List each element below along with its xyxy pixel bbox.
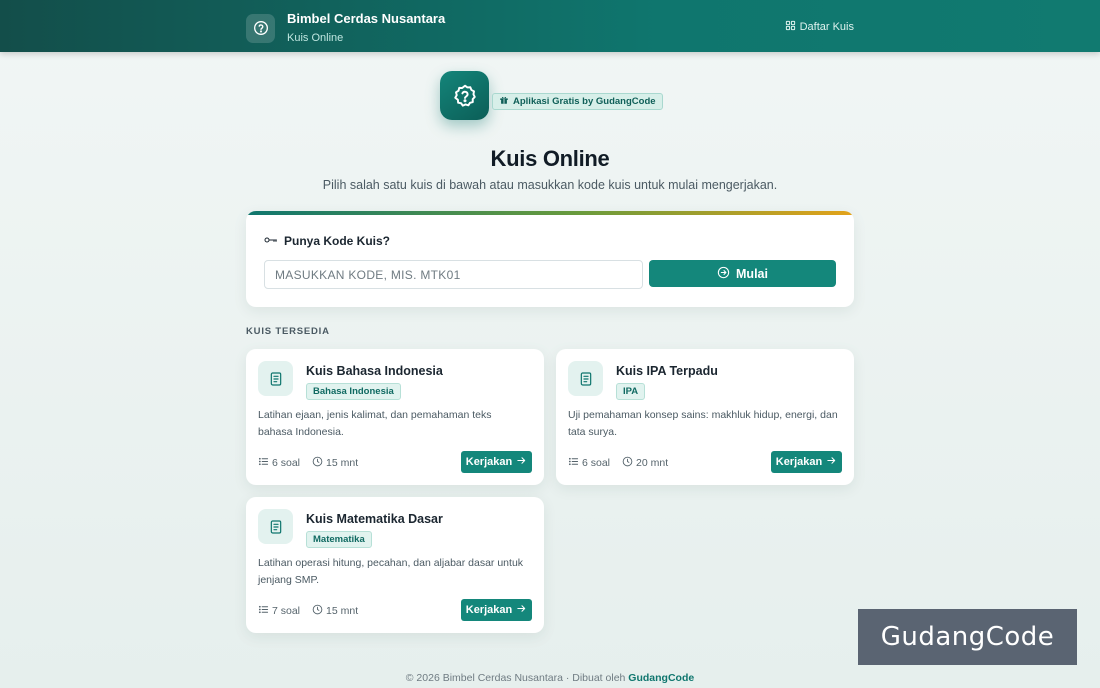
quiz-meta: 7 soal 15 mnt — [258, 604, 358, 618]
key-icon — [264, 234, 278, 248]
quiz-code-input[interactable] — [264, 260, 643, 289]
gudangcode-watermark: GudangCode — [858, 609, 1077, 665]
page-title: Kuis Online — [490, 146, 610, 171]
kerjakan-button[interactable]: Kerjakan — [461, 599, 532, 621]
brand[interactable]: Bimbel Cerdas Nusantara Kuis Online — [246, 11, 445, 45]
quiz-code-heading-label: Punya Kode Kuis? — [284, 234, 391, 248]
question-count: 7 soal — [258, 604, 300, 618]
quiz-code-heading: Punya Kode Kuis? — [264, 234, 390, 248]
quiz-card: Kuis IPA Terpadu IPA Uji pemahaman konse… — [556, 349, 854, 485]
subject-tag: Bahasa Indonesia — [306, 383, 401, 400]
quiz-description: Latihan ejaan, jenis kalimat, dan pemaha… — [258, 409, 492, 438]
clock-icon — [312, 456, 323, 470]
duration-label: 15 mnt — [326, 457, 359, 469]
quiz-meta: 6 soal 15 mnt — [258, 456, 358, 470]
brand-text: Bimbel Cerdas Nusantara Kuis Online — [287, 11, 445, 45]
duration-label: 15 mnt — [326, 605, 359, 617]
section-label-available-quizzes: KUIS TERSEDIA — [246, 326, 330, 337]
free-app-badge-label: Aplikasi Gratis by GudangCode — [513, 96, 656, 107]
quiz-card: Kuis Matematika Dasar Matematika Latihan… — [246, 497, 544, 633]
question-count-label: 6 soal — [272, 457, 301, 469]
duration-label: 20 mnt — [636, 457, 669, 469]
quiz-title: Kuis IPA Terpadu — [616, 364, 718, 378]
nav-daftar-kuis-link[interactable]: Daftar Kuis — [785, 20, 854, 34]
clock-icon — [622, 456, 633, 470]
nav-daftar-kuis-label: Daftar Kuis — [799, 21, 854, 33]
quiz-hero-icon — [440, 71, 489, 120]
footer: © 2026 Bimbel Cerdas Nusantara · Dibuat … — [0, 672, 1100, 684]
footer-brand-link[interactable]: GudangCode — [628, 672, 694, 684]
start-button[interactable]: Mulai — [649, 260, 836, 287]
brand-title: Bimbel Cerdas Nusantara — [287, 11, 446, 26]
duration: 15 mnt — [312, 604, 358, 618]
quiz-description: Latihan operasi hitung, pecahan, dan alj… — [258, 557, 524, 586]
kerjakan-button-label: Kerjakan — [465, 604, 513, 616]
question-count-label: 7 soal — [272, 605, 301, 617]
clock-icon — [312, 604, 323, 618]
accent-stripe — [246, 211, 854, 215]
document-list-icon — [568, 361, 603, 396]
arrow-right-icon — [516, 455, 527, 469]
duration: 20 mnt — [622, 456, 668, 470]
top-navbar: Bimbel Cerdas Nusantara Kuis Online Daft… — [0, 0, 1100, 52]
grid-icon — [785, 20, 796, 34]
quiz-code-card: Punya Kode Kuis? Mulai — [246, 211, 854, 307]
kerjakan-button-label: Kerjakan — [465, 456, 513, 468]
page-subtitle: Pilih salah satu kuis di bawah atau masu… — [322, 178, 778, 192]
quiz-card: Kuis Bahasa Indonesia Bahasa Indonesia L… — [246, 349, 544, 485]
list-icon — [258, 456, 269, 470]
arrow-right-icon — [826, 455, 837, 469]
brand-subtitle: Kuis Online — [287, 32, 344, 44]
quiz-description: Uji pemahaman konsep sains: makhluk hidu… — [568, 409, 838, 438]
start-button-label: Mulai — [736, 266, 768, 281]
free-app-badge: Aplikasi Gratis by GudangCode — [492, 93, 663, 110]
footer-text: © 2026 Bimbel Cerdas Nusantara · Dibuat … — [405, 672, 626, 684]
kerjakan-button[interactable]: Kerjakan — [461, 451, 532, 473]
arrow-right-icon — [516, 603, 527, 617]
quiz-title: Kuis Bahasa Indonesia — [306, 364, 443, 378]
quiz-meta: 6 soal 20 mnt — [568, 456, 668, 470]
quiz-title: Kuis Matematika Dasar — [306, 512, 443, 526]
document-list-icon — [258, 509, 293, 544]
subject-tag: Matematika — [306, 531, 372, 548]
arrow-circle-right-icon — [717, 266, 730, 282]
duration: 15 mnt — [312, 456, 358, 470]
subject-tag: IPA — [616, 383, 646, 400]
question-badge-icon — [246, 13, 275, 43]
question-count: 6 soal — [568, 456, 610, 470]
document-list-icon — [258, 361, 293, 396]
list-icon — [568, 456, 579, 470]
kerjakan-button[interactable]: Kerjakan — [771, 451, 842, 473]
question-count-label: 6 soal — [582, 457, 611, 469]
list-icon — [258, 604, 269, 618]
question-count: 6 soal — [258, 456, 300, 470]
kerjakan-button-label: Kerjakan — [775, 456, 823, 468]
gift-icon — [499, 95, 509, 108]
